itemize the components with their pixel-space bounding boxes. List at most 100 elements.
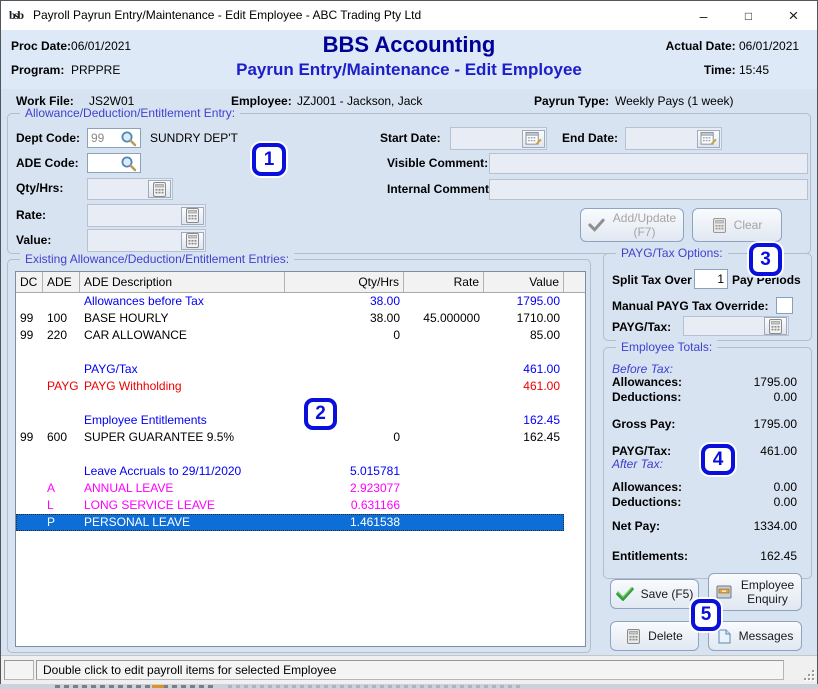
- table-cell: [16, 395, 43, 412]
- table-cell: [564, 412, 585, 429]
- table-cell: 461.00: [484, 361, 564, 378]
- table-row[interactable]: 99220CAR ALLOWANCE085.00: [16, 327, 585, 344]
- table-row[interactable]: Employee Entitlements162.45: [16, 412, 585, 429]
- delete-button[interactable]: Delete: [610, 621, 699, 651]
- internal-comment-label: Internal Comment:: [387, 182, 493, 196]
- table-cell: CAR ALLOWANCE: [80, 327, 285, 344]
- search-icon[interactable]: [118, 155, 139, 171]
- table-cell: L: [43, 497, 80, 514]
- dept-code-input[interactable]: [88, 131, 118, 145]
- payg-tax-field[interactable]: [683, 316, 789, 336]
- table-row[interactable]: PAYGPAYG Withholding461.00: [16, 378, 585, 395]
- column-header-rate[interactable]: Rate: [404, 272, 484, 292]
- totals-label: Gross Pay:: [612, 417, 675, 431]
- clear-button[interactable]: Clear: [692, 208, 782, 242]
- payg-tax-input[interactable]: [684, 319, 764, 333]
- qty-hrs-input[interactable]: [88, 182, 148, 196]
- table-cell: ANNUAL LEAVE: [80, 480, 285, 497]
- table-row[interactable]: [16, 344, 585, 361]
- dept-code-label: Dept Code:: [16, 131, 80, 145]
- value-label: Value:: [16, 233, 51, 247]
- column-header-ade[interactable]: ADE: [43, 272, 80, 292]
- maximize-icon: □: [745, 9, 752, 23]
- visible-comment-field[interactable]: [489, 153, 808, 174]
- actual-date-value: 06/01/2021: [739, 39, 809, 53]
- maximize-button[interactable]: □: [726, 1, 771, 30]
- visible-comment-label: Visible Comment:: [387, 156, 488, 170]
- column-header-value[interactable]: Value: [484, 272, 564, 292]
- table-row[interactable]: PAYG/Tax461.00: [16, 361, 585, 378]
- entries-table-header: DC ADE ADE Description Qty/Hrs Rate Valu…: [16, 272, 585, 293]
- rate-field[interactable]: [87, 204, 206, 227]
- visible-comment-input[interactable]: [490, 157, 807, 171]
- table-row[interactable]: 99100BASE HOURLY38.0045.0000001710.00: [16, 310, 585, 327]
- add-update-button[interactable]: Add/Update(F7): [580, 208, 684, 242]
- window-title: Payroll Payrun Entry/Maintenance - Edit …: [33, 1, 421, 30]
- payg-tax-label: PAYG/Tax:: [612, 320, 671, 334]
- table-row[interactable]: LLONG SERVICE LEAVE0.631166: [16, 497, 585, 514]
- column-header-qty-hrs[interactable]: Qty/Hrs: [285, 272, 404, 292]
- table-row[interactable]: [16, 395, 585, 412]
- table-cell: [285, 361, 404, 378]
- dept-code-field[interactable]: [87, 128, 141, 148]
- table-row[interactable]: Leave Accruals to 29/11/20205.015781: [16, 463, 585, 480]
- resize-grip[interactable]: [802, 668, 814, 680]
- totals-value: 0.00: [774, 480, 797, 494]
- table-cell: 2.923077: [285, 480, 404, 497]
- internal-comment-field[interactable]: [489, 179, 808, 200]
- entries-table[interactable]: DC ADE ADE Description Qty/Hrs Rate Valu…: [15, 271, 586, 647]
- table-cell: [16, 463, 43, 480]
- table-cell: [484, 446, 564, 463]
- table-row[interactable]: PPERSONAL LEAVE1.461538: [16, 514, 585, 531]
- payg-options-label: PAYG/Tax Options:: [616, 246, 728, 260]
- table-cell: [484, 514, 564, 531]
- table-cell: 0: [285, 429, 404, 446]
- column-header-dc[interactable]: DC: [16, 272, 43, 292]
- employee-enquiry-button[interactable]: Employee Enquiry: [708, 573, 802, 611]
- save-button[interactable]: Save (F5): [610, 579, 699, 609]
- start-date-input[interactable]: [451, 132, 522, 146]
- value-input[interactable]: [88, 234, 181, 248]
- close-button[interactable]: ×: [771, 1, 816, 30]
- table-cell: [16, 378, 43, 395]
- table-cell: [285, 446, 404, 463]
- table-cell: 99: [16, 327, 43, 344]
- table-row[interactable]: AANNUAL LEAVE2.923077: [16, 480, 585, 497]
- messages-button[interactable]: Messages: [708, 621, 802, 651]
- table-cell: P: [43, 514, 80, 531]
- totals-section-label: Before Tax:: [612, 362, 673, 376]
- value-field[interactable]: [87, 229, 206, 252]
- dept-name-text: SUNDRY DEP'T: [150, 131, 238, 145]
- table-cell: [404, 446, 484, 463]
- table-row[interactable]: Allowances before Tax38.001795.00: [16, 293, 585, 310]
- split-tax-input[interactable]: [695, 272, 727, 286]
- calendar-icon[interactable]: [522, 130, 545, 148]
- time-label: Time:: [704, 63, 736, 77]
- employee-value: JZJ001 - Jackson, Jack: [297, 94, 422, 108]
- internal-comment-input[interactable]: [490, 183, 807, 197]
- end-date-input[interactable]: [626, 132, 697, 146]
- table-cell: [564, 395, 585, 412]
- calculator-icon: [764, 317, 787, 335]
- table-cell: [43, 361, 80, 378]
- search-icon[interactable]: [118, 130, 139, 146]
- ade-code-field[interactable]: [87, 153, 141, 173]
- rate-input[interactable]: [88, 209, 181, 223]
- table-row[interactable]: [16, 446, 585, 463]
- table-cell: [285, 344, 404, 361]
- table-cell: 38.00: [285, 310, 404, 327]
- totals-label: Net Pay:: [612, 519, 660, 533]
- qty-hrs-field[interactable]: [87, 178, 173, 200]
- column-header-description[interactable]: ADE Description: [80, 272, 285, 292]
- rate-label: Rate:: [16, 208, 46, 222]
- split-tax-field[interactable]: [694, 269, 728, 289]
- manual-payg-override-checkbox[interactable]: [776, 297, 793, 314]
- ade-code-input[interactable]: [88, 156, 118, 170]
- table-row[interactable]: 99600SUPER GUARANTEE 9.5%0162.45: [16, 429, 585, 446]
- start-date-field[interactable]: [450, 127, 547, 150]
- calendar-icon[interactable]: [697, 130, 720, 148]
- end-date-field[interactable]: [625, 127, 722, 150]
- save-label: Save (F5): [641, 587, 694, 601]
- table-cell: [16, 344, 43, 361]
- minimize-button[interactable]: –: [681, 1, 726, 30]
